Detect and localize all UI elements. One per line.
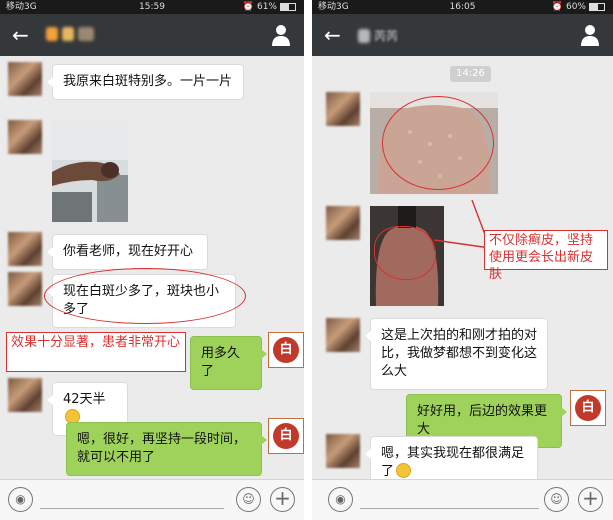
chat-header: ← 芮芮	[312, 14, 613, 56]
highlight-circle	[382, 96, 494, 190]
battery-icon	[280, 3, 296, 11]
message-bubble[interactable]: 这是上次拍的和刚才拍的对比，我做梦都想不到变化这么大	[365, 318, 548, 390]
user-avatar[interactable]	[326, 92, 360, 126]
message-input[interactable]	[360, 508, 539, 509]
message-bubble[interactable]: 我原来白斑特别多。一片一片	[47, 64, 244, 100]
alarm-icon: ⏰	[551, 2, 563, 12]
status-bar: 移动3G 16:05 ⏰ 60%	[312, 0, 613, 14]
doctor-logo-icon: 白	[273, 337, 299, 363]
input-bar: ◉ ☺ +	[0, 479, 304, 520]
message-timestamp: 14:26	[450, 66, 491, 82]
message-list[interactable]: 14:26 不仅除癣皮，坚持使用更会长出新皮肤 这是上次拍的和刚才拍的对比，我做…	[312, 56, 613, 490]
annotation-callout: 不仅除癣皮，坚持使用更会长出新皮肤	[484, 230, 608, 282]
user-avatar[interactable]	[8, 378, 42, 412]
battery-percent: 61%	[256, 2, 277, 12]
message-input[interactable]	[40, 508, 224, 509]
grin-emoji-icon	[396, 463, 412, 478]
doctor-avatar[interactable]: 白	[570, 390, 606, 426]
chat-screen-left: 移动3G 15:59 ⏰ 61% ← 我原来白斑特别多。一片一片 你看老师，现在…	[0, 0, 304, 520]
highlight-circle	[44, 268, 246, 324]
chat-screen-right: 移动3G 16:05 ⏰ 60% ← 芮芮 14:26 不仅除癣皮，坚持使用更会…	[312, 0, 613, 520]
doctor-logo-icon: 白	[575, 395, 601, 421]
user-avatar[interactable]	[326, 434, 360, 468]
battery-icon	[589, 3, 605, 11]
user-avatar[interactable]	[326, 206, 360, 240]
contact-name: 芮芮	[374, 29, 399, 43]
back-arrow-icon[interactable]: ←	[12, 14, 29, 56]
contact-name-blurred	[46, 27, 94, 41]
emoji-icon[interactable]: ☺	[236, 487, 261, 512]
callout-line	[433, 199, 491, 249]
doctor-avatar[interactable]: 白	[268, 418, 304, 454]
arm-photo[interactable]	[52, 120, 128, 222]
contact-profile-icon[interactable]	[581, 24, 599, 46]
back-arrow-icon[interactable]: ←	[324, 14, 341, 56]
alarm-icon: ⏰	[242, 2, 254, 12]
emoji-icon[interactable]: ☺	[544, 487, 569, 512]
input-bar: ◉ ☺ +	[312, 479, 613, 520]
user-avatar[interactable]	[8, 120, 42, 154]
battery-percent: 60%	[565, 2, 586, 12]
plus-icon[interactable]: +	[578, 487, 603, 512]
contact-profile-icon[interactable]	[272, 24, 290, 46]
annotation-callout: 效果十分显著，患者非常开心	[6, 332, 186, 372]
voice-icon[interactable]: ◉	[328, 487, 353, 512]
message-bubble-outgoing[interactable]: 用多久了	[190, 336, 267, 390]
chat-header: ←	[0, 14, 304, 56]
plus-icon[interactable]: +	[270, 487, 295, 512]
highlight-circle	[374, 226, 436, 280]
voice-icon[interactable]: ◉	[8, 487, 33, 512]
doctor-avatar[interactable]: 白	[268, 332, 304, 368]
user-avatar[interactable]	[8, 62, 42, 96]
message-bubble[interactable]: 你看老师，现在好开心	[47, 234, 208, 270]
contact-name-blurred: 芮芮	[358, 27, 398, 44]
user-avatar[interactable]	[8, 272, 42, 306]
message-text: 42天半	[63, 392, 106, 407]
message-bubble-outgoing[interactable]: 嗯，很好，再坚持一段时间，就可以不用了	[66, 422, 267, 476]
user-avatar[interactable]	[8, 232, 42, 266]
status-bar: 移动3G 15:59 ⏰ 61%	[0, 0, 304, 14]
message-list[interactable]: 我原来白斑特别多。一片一片 你看老师，现在好开心 现在白斑少多了，斑块也小多了 …	[0, 56, 304, 480]
doctor-logo-icon: 白	[273, 423, 299, 449]
user-avatar[interactable]	[326, 318, 360, 352]
